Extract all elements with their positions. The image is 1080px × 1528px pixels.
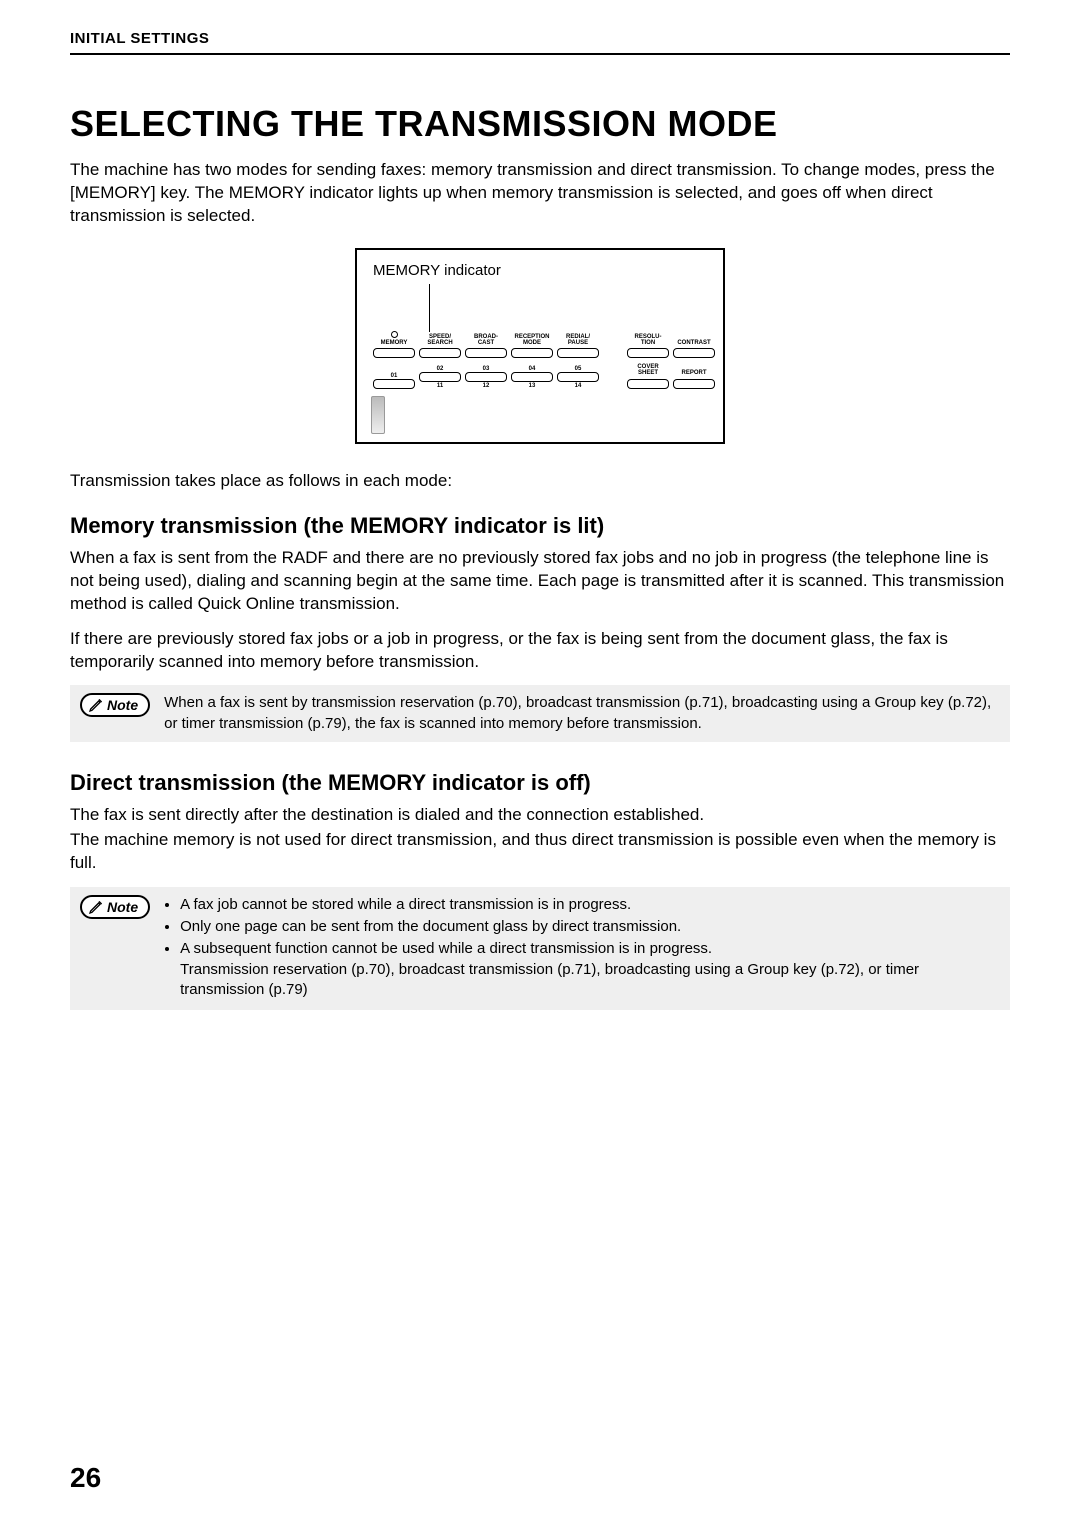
page-title: SELECTING THE TRANSMISSION MODE — [70, 103, 1010, 145]
pencil-icon — [88, 697, 104, 713]
btn-speed-search: SPEED/ SEARCH — [419, 334, 461, 359]
memory-note-text: When a fax is sent by transmission reser… — [164, 693, 1000, 734]
direct-bullet-3-sub: Transmission reservation (p.70), broadca… — [180, 960, 1000, 1001]
panel-row-2-right: COVER SHEET REPORT — [627, 364, 715, 389]
btn-broadcast: BROAD- CAST — [465, 334, 507, 359]
btn-04: 04 13 — [511, 366, 553, 389]
control-panel-frame: MEMORY indicator MEMORY SPEED/ SEARCH B — [355, 248, 725, 444]
pencil-icon — [88, 899, 104, 915]
direct-p2: The machine memory is not used for direc… — [70, 829, 1010, 875]
running-header: INITIAL SETTINGS — [70, 30, 1010, 55]
direct-heading: Direct transmission (the MEMORY indicato… — [70, 770, 1010, 796]
direct-note: Note A fax job cannot be stored while a … — [70, 887, 1010, 1010]
control-panel-diagram: MEMORY indicator MEMORY SPEED/ SEARCH B — [70, 248, 1010, 444]
btn-resolution: RESOLU- TION — [627, 334, 669, 359]
indicator-leader-line — [429, 284, 430, 332]
panel-row-2: 01 02 11 03 12 04 — [373, 366, 599, 389]
panel-edge-icon — [371, 396, 385, 434]
note-label: Note — [107, 899, 138, 915]
btn-memory: MEMORY — [373, 331, 415, 358]
btn-contrast: CONTRAST — [673, 340, 715, 358]
btn-02: 02 11 — [419, 366, 461, 389]
diagram-caption: MEMORY indicator — [373, 262, 707, 279]
btn-redial-pause: REDIAL/ PAUSE — [557, 334, 599, 359]
direct-note-list: A fax job cannot be stored while a direc… — [164, 895, 1000, 1002]
btn-cover-sheet: COVER SHEET — [627, 364, 669, 389]
btn-01: 01 — [373, 373, 415, 389]
note-pill: Note — [80, 693, 150, 717]
note-pill: Note — [80, 895, 150, 919]
intro-paragraph: The machine has two modes for sending fa… — [70, 159, 1010, 228]
page-number: 26 — [70, 1462, 101, 1494]
btn-03: 03 12 — [465, 366, 507, 389]
page: INITIAL SETTINGS SELECTING THE TRANSMISS… — [0, 0, 1080, 1528]
note-label: Note — [107, 697, 138, 713]
memory-note: Note When a fax is sent by transmission … — [70, 685, 1010, 742]
followup-paragraph: Transmission takes place as follows in e… — [70, 470, 1010, 493]
btn-05: 05 14 — [557, 366, 599, 389]
direct-bullet-3: A subsequent function cannot be used whi… — [180, 939, 1000, 1000]
btn-reception-mode: RECEPTION MODE — [511, 334, 553, 359]
memory-heading: Memory transmission (the MEMORY indicato… — [70, 513, 1010, 539]
memory-led-icon — [391, 331, 398, 338]
panel-row-1-right: RESOLU- TION CONTRAST — [627, 334, 715, 359]
memory-p2: If there are previously stored fax jobs … — [70, 628, 1010, 674]
btn-report: REPORT — [673, 370, 715, 388]
memory-p1: When a fax is sent from the RADF and the… — [70, 547, 1010, 616]
panel-row-1: MEMORY SPEED/ SEARCH BROAD- CAST RECEPTI… — [373, 331, 599, 358]
direct-bullet-2: Only one page can be sent from the docum… — [180, 917, 1000, 937]
direct-bullet-1: A fax job cannot be stored while a direc… — [180, 895, 1000, 915]
direct-p1: The fax is sent directly after the desti… — [70, 804, 1010, 827]
